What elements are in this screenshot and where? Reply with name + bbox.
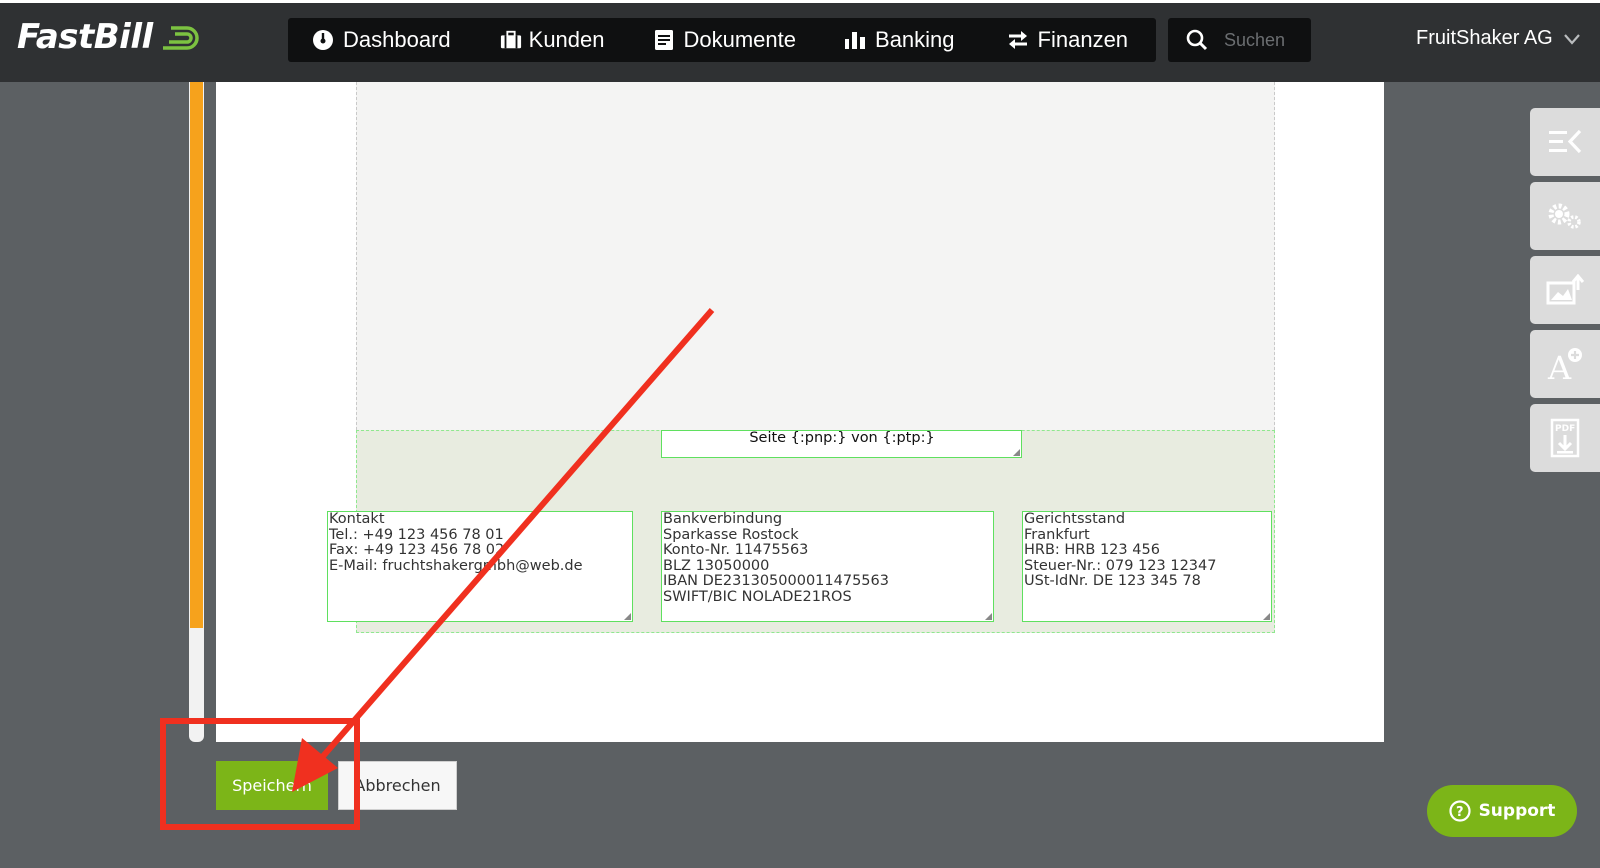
gericht-line: Steuer-Nr.: 079 123 12347 xyxy=(1024,557,1217,574)
search-input[interactable] xyxy=(1224,29,1304,51)
help-question-icon: ? xyxy=(1448,800,1471,822)
kontakt-field[interactable]: Kontakt Tel.: +49 123 456 78 01 Fax: +49… xyxy=(327,511,633,622)
logo-text: FastBill xyxy=(17,17,153,57)
top-bar: FastBill Dashboard Kunden Dokumente Bank… xyxy=(0,3,1600,82)
nav-kunden[interactable]: Kunden xyxy=(500,18,605,62)
resize-grip-icon[interactable] xyxy=(1263,613,1270,620)
settings-button[interactable] xyxy=(1530,182,1600,250)
bank-line: Bankverbindung xyxy=(663,511,783,527)
bank-line: IBAN DE23130500001147556​3 xyxy=(663,573,889,589)
nav-dokumente-label: Dokumente xyxy=(683,27,797,52)
nav-finanzen[interactable]: Finanzen xyxy=(1007,18,1129,62)
resize-grip-icon[interactable] xyxy=(1013,449,1020,456)
chevron-down-icon xyxy=(1563,33,1580,45)
svg-text:?: ? xyxy=(1456,805,1464,820)
scrollbar-thumb[interactable] xyxy=(190,82,203,628)
gericht-line: Gerichtsstand xyxy=(1024,511,1126,527)
gerichtsstand-field[interactable]: Gerichtsstand Frankfurt HRB: HRB 123 456… xyxy=(1022,511,1272,622)
nav-kunden-label: Kunden xyxy=(528,27,605,52)
svg-text:PDF: PDF xyxy=(1555,424,1575,434)
gericht-line: USt-IdNr. DE 123 345 78 xyxy=(1024,573,1201,589)
logo-mark-icon xyxy=(162,26,199,50)
account-menu[interactable]: FruitShaker AG xyxy=(1416,27,1581,50)
tool-panel: A PDF xyxy=(1530,108,1600,478)
resize-grip-icon[interactable] xyxy=(624,613,631,620)
add-text-button[interactable]: A xyxy=(1530,330,1600,398)
nav-banking[interactable]: Banking xyxy=(844,18,955,62)
bar-chart-icon xyxy=(844,29,866,51)
kontakt-line: E-Mail: fruchtshakergmbh@web.de xyxy=(329,557,583,574)
bank-line: Konto-Nr. 11475563 xyxy=(663,542,809,558)
nav-banking-label: Banking xyxy=(875,27,955,52)
search-box xyxy=(1168,18,1311,62)
collapse-panel-icon xyxy=(1549,129,1582,154)
search-icon[interactable] xyxy=(1186,29,1208,51)
kontakt-line: Fax: +49 123 456 78 02 xyxy=(329,542,505,558)
gericht-line: HRB: HRB 123 456 xyxy=(1024,542,1160,558)
nav-dashboard-label: Dashboard xyxy=(343,27,451,52)
add-text-icon: A xyxy=(1547,348,1582,382)
document-icon xyxy=(653,29,675,51)
image-upload-icon xyxy=(1546,274,1584,305)
logo[interactable]: FastBill xyxy=(17,17,203,57)
bank-line: Sparkasse Rostock xyxy=(663,526,799,543)
image-upload-button[interactable] xyxy=(1530,256,1600,324)
main-nav: Dashboard Kunden Dokumente Banking Finan… xyxy=(288,18,1156,62)
pdf-download-button[interactable]: PDF xyxy=(1530,404,1600,472)
collapse-panel-button[interactable] xyxy=(1530,108,1600,176)
bank-line: BLZ 13050000 xyxy=(663,557,770,574)
support-button[interactable]: ? Support xyxy=(1427,785,1577,837)
annotation-highlight-box xyxy=(160,718,360,830)
account-name: FruitShaker AG xyxy=(1416,27,1553,49)
resize-grip-icon[interactable] xyxy=(985,613,992,620)
page-body-area xyxy=(356,82,1275,430)
briefcase-icon xyxy=(500,29,522,51)
page-number-field[interactable]: Seite {:pnp:} von {:ptp:} xyxy=(661,430,1022,458)
settings-gears-icon xyxy=(1548,203,1581,229)
bank-field[interactable]: Bankverbindung Sparkasse Rostock Konto-N… xyxy=(661,511,994,622)
support-label: Support xyxy=(1478,801,1556,821)
nav-finanzen-label: Finanzen xyxy=(1037,27,1129,52)
nav-dokumente[interactable]: Dokumente xyxy=(653,18,797,62)
page-number-text: Seite {:pnp:} von {:ptp:} xyxy=(749,430,935,446)
speedometer-icon xyxy=(312,29,334,51)
pdf-download-icon: PDF xyxy=(1550,418,1580,458)
bank-line: SWIFT/BIC NOLADE21ROS xyxy=(663,588,852,605)
kontakt-line: Tel.: +49 123 456 78 01 xyxy=(329,526,504,543)
nav-dashboard[interactable]: Dashboard xyxy=(312,18,451,62)
transfer-arrows-icon xyxy=(1007,29,1029,51)
kontakt-line: Kontakt xyxy=(329,511,385,527)
gericht-line: Frankfurt xyxy=(1024,526,1090,543)
